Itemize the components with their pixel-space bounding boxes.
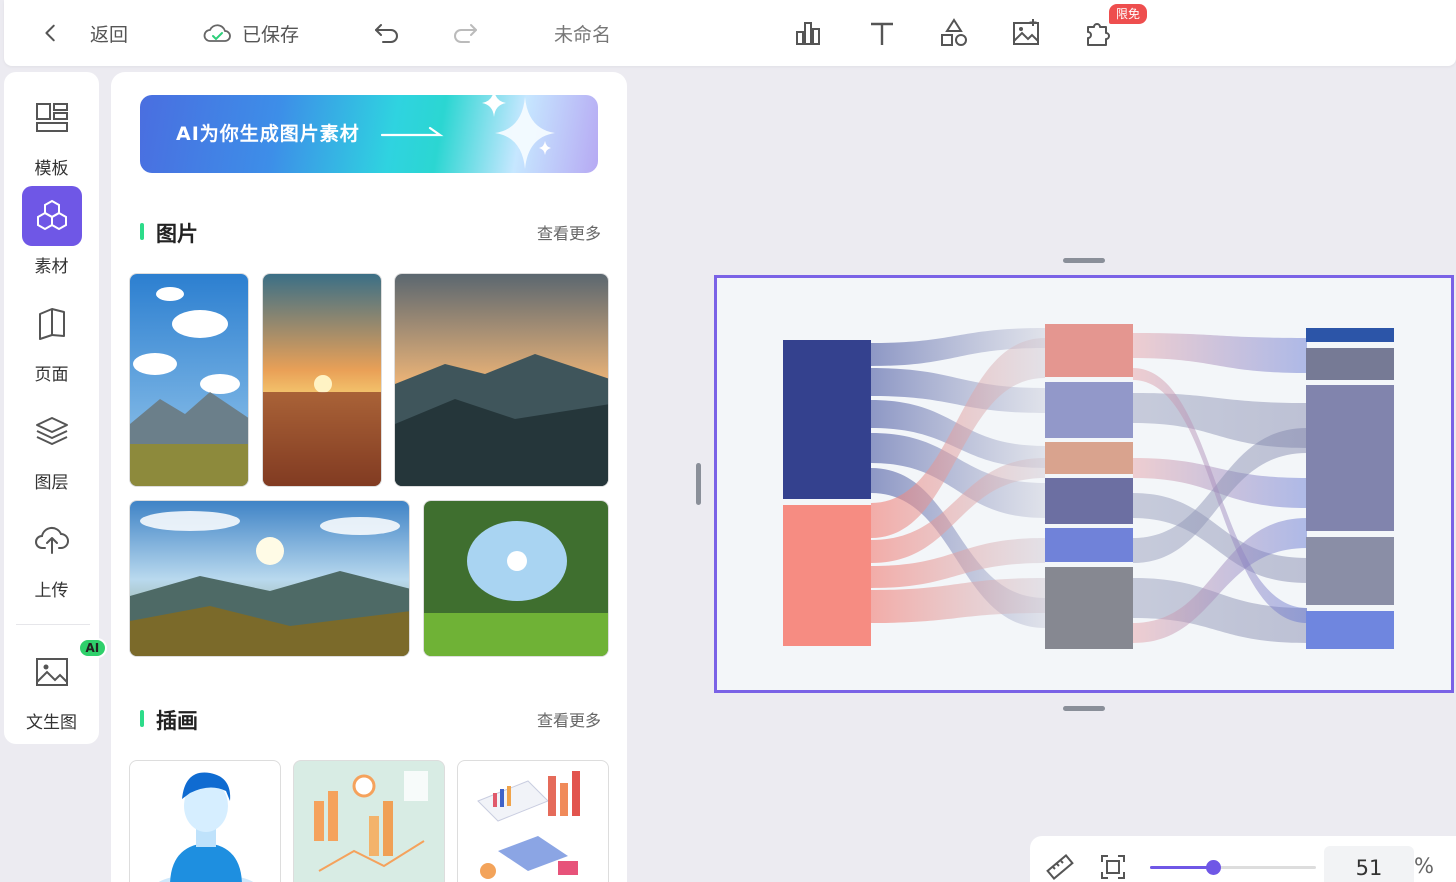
nav-item-layers[interactable]: 图层 [4,402,99,493]
save-status: 已保存 [202,0,299,66]
image-thumbnail[interactable] [129,273,249,487]
document-title[interactable]: 未命名 [554,0,611,66]
page-icon [22,294,82,354]
image-add-icon [1010,17,1042,49]
nav-item-page[interactable]: 页面 [4,294,99,385]
chart-tool-button[interactable] [792,0,824,66]
zoom-unit: % [1414,854,1434,878]
shapes-icon [938,17,970,49]
illustration-thumbnail[interactable] [293,760,445,882]
nav-item-upload[interactable]: 上传 [4,510,99,601]
zoom-toolbar: 51 % [1030,836,1456,882]
image-tool-button[interactable] [1010,0,1042,66]
zoom-slider-knob[interactable] [1206,860,1221,875]
sankey-diagram [783,324,1394,649]
section-title-images: 图片 [140,218,198,248]
arrow-right-icon [380,126,444,137]
shape-tool-button[interactable] [938,0,970,66]
zoom-slider-fill [1150,866,1214,869]
undo-button[interactable] [372,0,402,66]
ruler-icon[interactable] [1044,852,1074,882]
ai-badge: AI [77,638,108,658]
nav-label-layers: 图层 [34,473,69,493]
section-title-illustrations: 插画 [140,705,198,735]
illustration-thumbnail[interactable] [457,760,609,882]
resize-handle-left[interactable] [696,463,701,505]
ai-banner-text: AI为你生成图片素材 [176,123,360,145]
materials-panel: AI为你生成图片素材 图片 查看更多 插画 查看更多 [111,72,627,882]
undo-icon [372,20,402,46]
image-thumbnail[interactable] [423,500,609,657]
see-more-images-link[interactable]: 查看更多 [537,220,601,244]
redo-icon [450,20,480,46]
zoom-slider[interactable] [1150,860,1316,875]
text-to-image-icon: AI [22,638,108,702]
bar-chart-icon [792,17,824,49]
text-tool-button[interactable] [866,0,898,66]
back-button[interactable]: 返回 [40,0,128,66]
nav-label-template: 模板 [34,159,69,179]
top-toolbar: 返回 已保存 未命名 限免 [4,0,1456,66]
see-more-illustrations-link[interactable]: 查看更多 [537,707,601,731]
nav-item-text-to-image[interactable]: AI 文生图 [4,638,108,733]
nav-divider [16,624,90,625]
nav-label-page: 页面 [34,365,69,385]
illustration-thumbnail[interactable] [129,760,281,882]
nav-label-text-to-image: 文生图 [26,713,77,733]
redo-button[interactable] [450,0,480,66]
left-navigation: 模板 素材 页面 图层 上传 AI 文生图 [4,72,108,744]
chevron-left-icon [40,22,62,44]
template-icon [22,88,82,148]
text-icon [866,17,898,49]
ai-generate-banner[interactable]: AI为你生成图片素材 [140,95,598,173]
save-status-label: 已保存 [242,23,300,46]
free-badge: 限免 [1109,4,1148,24]
back-label: 返回 [90,23,129,46]
nav-label-material: 素材 [34,257,69,277]
selected-chart-element[interactable] [714,275,1454,693]
image-thumbnail[interactable] [394,273,609,487]
material-icon [21,186,82,246]
resize-handle-bottom[interactable] [1063,706,1105,711]
cloud-check-icon [202,21,232,45]
fit-screen-icon[interactable] [1098,852,1128,882]
resize-handle-top[interactable] [1063,258,1105,263]
nav-item-template[interactable]: 模板 [4,88,99,179]
image-thumbnail[interactable] [262,273,382,487]
sparkle-icon [482,95,555,169]
upload-icon [22,510,82,570]
nav-item-material[interactable]: 素材 [4,186,99,277]
image-thumbnail[interactable] [129,500,410,657]
nav-label-upload: 上传 [34,581,69,601]
layers-icon [22,402,82,462]
zoom-input[interactable]: 51 [1324,846,1414,882]
